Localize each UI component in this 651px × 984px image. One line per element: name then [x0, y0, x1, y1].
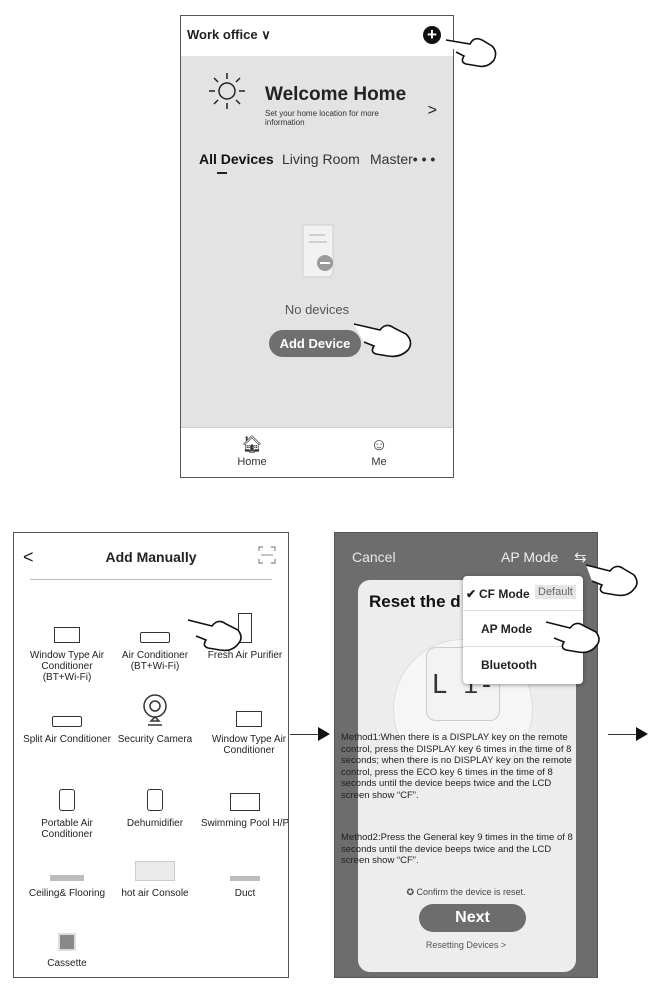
tab-indicator [217, 172, 227, 174]
default-badge: Default [535, 585, 576, 599]
tab-all-devices[interactable]: All Devices [199, 151, 274, 167]
device-cassette[interactable]: Cassette [22, 927, 112, 969]
pointing-hand-icon [445, 37, 497, 68]
device-split-ac[interactable]: Split Air Conditioner [22, 701, 112, 745]
console-icon [110, 853, 200, 881]
tab-master[interactable]: Master• • • [370, 151, 435, 167]
page-title: Add Manually [105, 549, 197, 565]
ceiling-floor-icon [22, 863, 112, 881]
device-window-ac[interactable]: Window Type Air Conditioner [204, 701, 288, 756]
tab-living-room[interactable]: Living Room [282, 151, 360, 167]
confirm-reset-checkbox[interactable]: ✪ Confirm the device is reset. [335, 887, 597, 898]
flow-arrow-line [290, 734, 320, 735]
ap-mode-screen: Cancel AP Mode ⇆ Reset the d L i- Method… [334, 532, 598, 978]
empty-list-icon [302, 224, 334, 278]
device-window-ac-bt[interactable]: Window Type Air Conditioner (BT+Wi-Fi) [22, 617, 112, 683]
next-button[interactable]: Next [419, 904, 526, 932]
pointing-hand-icon [187, 619, 242, 652]
device-duct[interactable]: Duct [200, 863, 288, 899]
home-icon: 🏠︎ [241, 435, 263, 454]
resetting-devices-link[interactable]: Resetting Devices > [335, 940, 597, 950]
empty-text: No devices [284, 302, 350, 317]
tabbar-me[interactable]: ☺ Me [354, 435, 404, 469]
device-dehumidifier[interactable]: Dehumidifier [110, 785, 200, 829]
tabbar-home[interactable]: 🏠︎ Home [227, 435, 277, 469]
user-icon: ☺ [370, 435, 388, 454]
add-icon[interactable]: + [423, 26, 441, 44]
method2-text: Method2:Press the General key 9 times in… [341, 832, 573, 866]
welcome-subtitle: Set your home location for more informat… [265, 109, 379, 127]
home-header: Work office ∨ + [181, 16, 453, 56]
portable-ac-icon [22, 785, 112, 811]
cassette-icon [22, 927, 112, 951]
add-manually-screen: < Add Manually Window Type Air Condition… [13, 532, 289, 978]
pointing-hand-icon [353, 323, 412, 358]
arrow-right-icon [318, 727, 330, 741]
window-ac-icon [22, 617, 112, 643]
split-ac-icon [22, 701, 112, 727]
cancel-button[interactable]: Cancel [352, 549, 396, 565]
scan-icon[interactable] [258, 546, 276, 564]
more-icon: • • • [412, 151, 436, 167]
add-device-button[interactable]: Add Device [269, 330, 361, 357]
sun-icon [209, 73, 245, 109]
menu-item-cf-mode[interactable]: ✔ CF Mode Default [463, 576, 583, 610]
duct-icon [200, 863, 288, 881]
reset-title: Reset the d [369, 592, 461, 611]
device-security-camera[interactable]: Security Camera [110, 691, 200, 745]
pointing-hand-icon [545, 621, 600, 654]
chevron-down-icon: ∨ [261, 27, 271, 42]
window-ac-icon [204, 701, 288, 727]
pointing-hand-icon [585, 564, 638, 597]
device-portable-ac[interactable]: Portable Air Conditioner [22, 785, 112, 840]
pool-hp-icon [200, 785, 288, 811]
welcome-arrow[interactable]: > [428, 102, 437, 120]
home-screen: Work office ∨ + Welcome Home Set your ho… [180, 15, 454, 478]
arrow-right-icon [636, 727, 648, 741]
location-selector[interactable]: Work office ∨ [187, 27, 271, 43]
tab-bar: 🏠︎ Home ☺ Me [181, 427, 453, 477]
flow-arrow-line [608, 734, 638, 735]
header-divider [30, 579, 272, 580]
device-swimming-pool[interactable]: Swimming Pool H/P [200, 785, 288, 829]
dehumidifier-icon [110, 785, 200, 811]
welcome-title: Welcome Home [265, 84, 407, 105]
camera-icon [110, 691, 200, 727]
check-circle-icon: ✪ [406, 887, 414, 897]
mode-title: AP Mode [501, 549, 559, 565]
method1-text: Method1:When there is a DISPLAY key on t… [341, 732, 572, 801]
device-hot-air-console[interactable]: hot air Console [110, 853, 200, 899]
checkmark-icon: ✔ [466, 587, 477, 601]
device-ceiling-flooring[interactable]: Ceiling& Flooring [22, 863, 112, 899]
